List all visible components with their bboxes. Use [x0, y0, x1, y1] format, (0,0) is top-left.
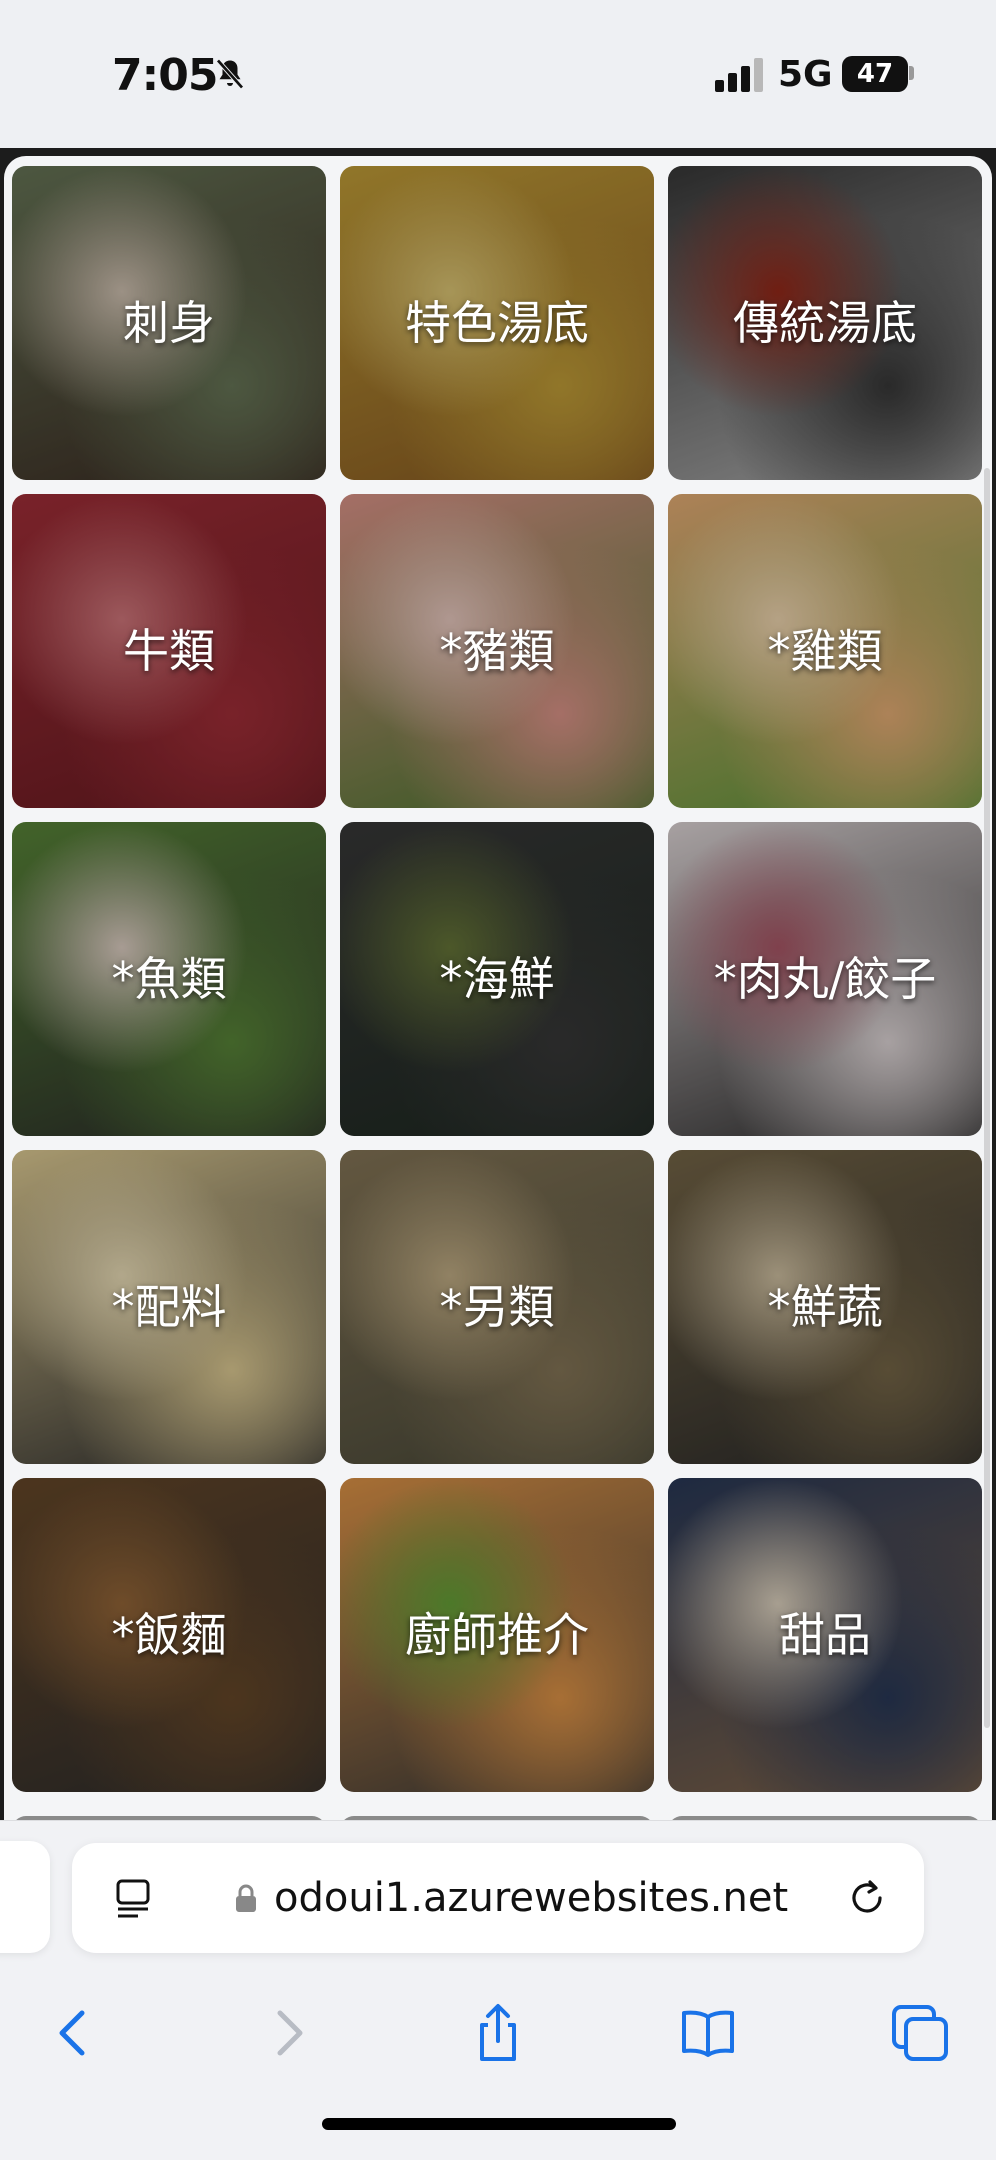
browser-toolbar [0, 1981, 996, 2091]
category-tile[interactable]: 牛類 [12, 494, 326, 808]
category-tile[interactable]: *雞類 [668, 494, 982, 808]
category-tile[interactable]: *飯麵 [12, 1478, 326, 1792]
category-tile[interactable]: *鮮蔬 [668, 1150, 982, 1464]
category-tile[interactable]: *海鮮 [340, 822, 654, 1136]
category-label: 刺身 [123, 296, 215, 350]
category-label: *肉丸/餃子 [713, 952, 937, 1006]
category-label: *雞類 [767, 624, 883, 678]
book-icon[interactable] [676, 2001, 740, 2065]
category-label: 廚師推介 [405, 1608, 589, 1662]
browser-chrome: odoui1.azurewebsites.net [0, 1820, 996, 2160]
category-label: *另類 [439, 1280, 555, 1334]
battery-level: 47 [842, 56, 908, 92]
scrollbar[interactable] [984, 468, 990, 1728]
category-label: *飯麵 [111, 1608, 227, 1662]
home-indicator[interactable] [322, 2118, 676, 2130]
category-tile[interactable]: 特色湯底 [340, 166, 654, 480]
back-arrow-icon[interactable] [42, 2001, 106, 2065]
category-label: *海鮮 [439, 952, 555, 1006]
category-label: *鮮蔬 [767, 1280, 883, 1334]
category-grid: 刺身 特色湯底 傳統湯底牛類 *豬類 *雞類 *魚類 *海鮮 *肉丸/餃子 *配料 *另類 *鮮蔬 *… [12, 166, 982, 1792]
menu-panel: 刺身 特色湯底 傳統湯底牛類 *豬類 *雞類 *魚類 *海鮮 *肉丸/餃子 *配料 *另類 *鮮蔬 *… [4, 156, 992, 1820]
reload-icon[interactable] [844, 1875, 890, 1921]
address-bar[interactable]: odoui1.azurewebsites.net [72, 1843, 924, 1953]
category-tile[interactable]: *配料 [12, 1150, 326, 1464]
forward-arrow-icon[interactable] [256, 2001, 320, 2065]
category-label: *豬類 [439, 624, 555, 678]
share-icon[interactable] [466, 2001, 530, 2065]
category-tile[interactable]: *豬類 [340, 494, 654, 808]
bell-slash-icon [216, 59, 244, 89]
category-label: 牛類 [123, 624, 215, 678]
status-time: 7:05 [112, 50, 218, 101]
web-page: 刺身 特色湯底 傳統湯底牛類 *豬類 *雞類 *魚類 *海鮮 *肉丸/餃子 *配料 *另類 *鮮蔬 *… [0, 148, 996, 1820]
category-tile[interactable]: *肉丸/餃子 [668, 822, 982, 1136]
tabs-icon[interactable] [888, 2001, 952, 2065]
category-tile[interactable]: 廚師推介 [340, 1478, 654, 1792]
category-label: *配料 [111, 1280, 227, 1334]
lock-icon [236, 1884, 256, 1912]
category-label: 甜品 [779, 1608, 871, 1662]
status-bar: 7:05 5G 47 [0, 0, 996, 148]
network-type: 5G [778, 54, 833, 95]
category-label: 特色湯底 [405, 296, 589, 350]
category-tile[interactable]: 刺身 [12, 166, 326, 480]
category-tile[interactable]: *魚類 [12, 822, 326, 1136]
battery-cap [909, 66, 914, 80]
url-text[interactable]: odoui1.azurewebsites.net [274, 1875, 788, 1921]
previous-tab-card[interactable] [0, 1841, 50, 1953]
category-label: 傳統湯底 [733, 296, 917, 350]
category-label: *魚類 [111, 952, 227, 1006]
signal-icon [715, 58, 763, 92]
category-tile[interactable]: 甜品 [668, 1478, 982, 1792]
reader-icon[interactable] [112, 1877, 156, 1921]
category-tile[interactable]: *另類 [340, 1150, 654, 1464]
category-tile[interactable]: 傳統湯底 [668, 166, 982, 480]
